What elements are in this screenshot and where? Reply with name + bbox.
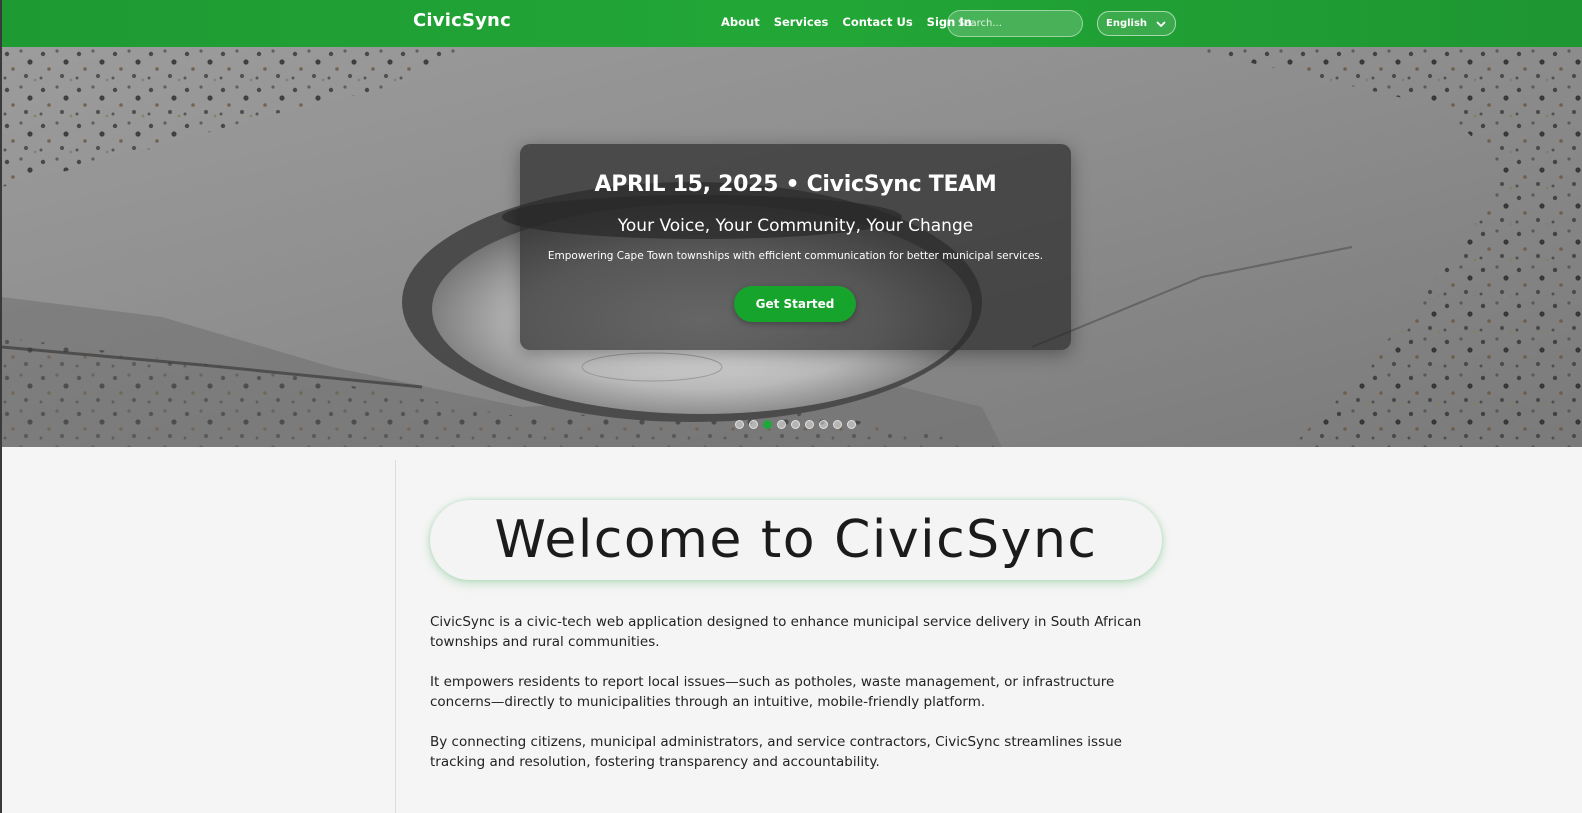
hero-tagline: Your Voice, Your Community, Your Change xyxy=(617,216,974,236)
carousel-dot[interactable] xyxy=(791,420,800,429)
intro-paragraph: By connecting citizens, municipal admini… xyxy=(430,734,1122,770)
get-started-button[interactable]: Get Started xyxy=(734,286,856,322)
carousel-dot[interactable] xyxy=(805,420,814,429)
carousel-dot[interactable] xyxy=(777,420,786,429)
carousel-dot[interactable] xyxy=(749,420,758,429)
top-navbar: CivicSync About Services Contact Us Sign… xyxy=(2,0,1582,47)
nav-link-services[interactable]: Services xyxy=(774,15,829,29)
search-input[interactable] xyxy=(947,10,1083,37)
language-selected-value: English xyxy=(1106,18,1148,29)
language-select[interactable]: English xyxy=(1097,11,1176,36)
carousel-dot[interactable] xyxy=(735,420,744,429)
content-divider xyxy=(395,460,396,813)
carousel-dot[interactable] xyxy=(763,420,772,429)
nav-links: About Services Contact Us Sign In xyxy=(721,15,972,29)
intro-paragraph: CivicSync is a civic-tech web applicatio… xyxy=(430,614,1142,650)
hero-description: Empowering Cape Town townships with effi… xyxy=(547,250,1044,262)
nav-link-contact-us[interactable]: Contact Us xyxy=(842,15,912,29)
hero-date-author: APRIL 15, 2025 • CivicSync TEAM xyxy=(594,172,997,197)
carousel-dot[interactable] xyxy=(819,420,828,429)
intro-paragraph: It empowers residents to report local is… xyxy=(430,674,1115,710)
hero-carousel: APRIL 15, 2025 • CivicSync TEAM Your Voi… xyxy=(2,47,1582,447)
chevron-down-icon xyxy=(1156,21,1166,27)
welcome-title: Welcome to CivicSync xyxy=(494,510,1098,570)
carousel-dot[interactable] xyxy=(847,420,856,429)
site-logo[interactable]: CivicSync xyxy=(413,10,511,31)
welcome-banner: Welcome to CivicSync xyxy=(430,500,1162,580)
page: CivicSync About Services Contact Us Sign… xyxy=(0,0,1582,813)
carousel-dot[interactable] xyxy=(833,420,842,429)
carousel-indicators xyxy=(735,420,856,429)
nav-link-about[interactable]: About xyxy=(721,15,760,29)
hero-caption-card: APRIL 15, 2025 • CivicSync TEAM Your Voi… xyxy=(520,144,1071,350)
